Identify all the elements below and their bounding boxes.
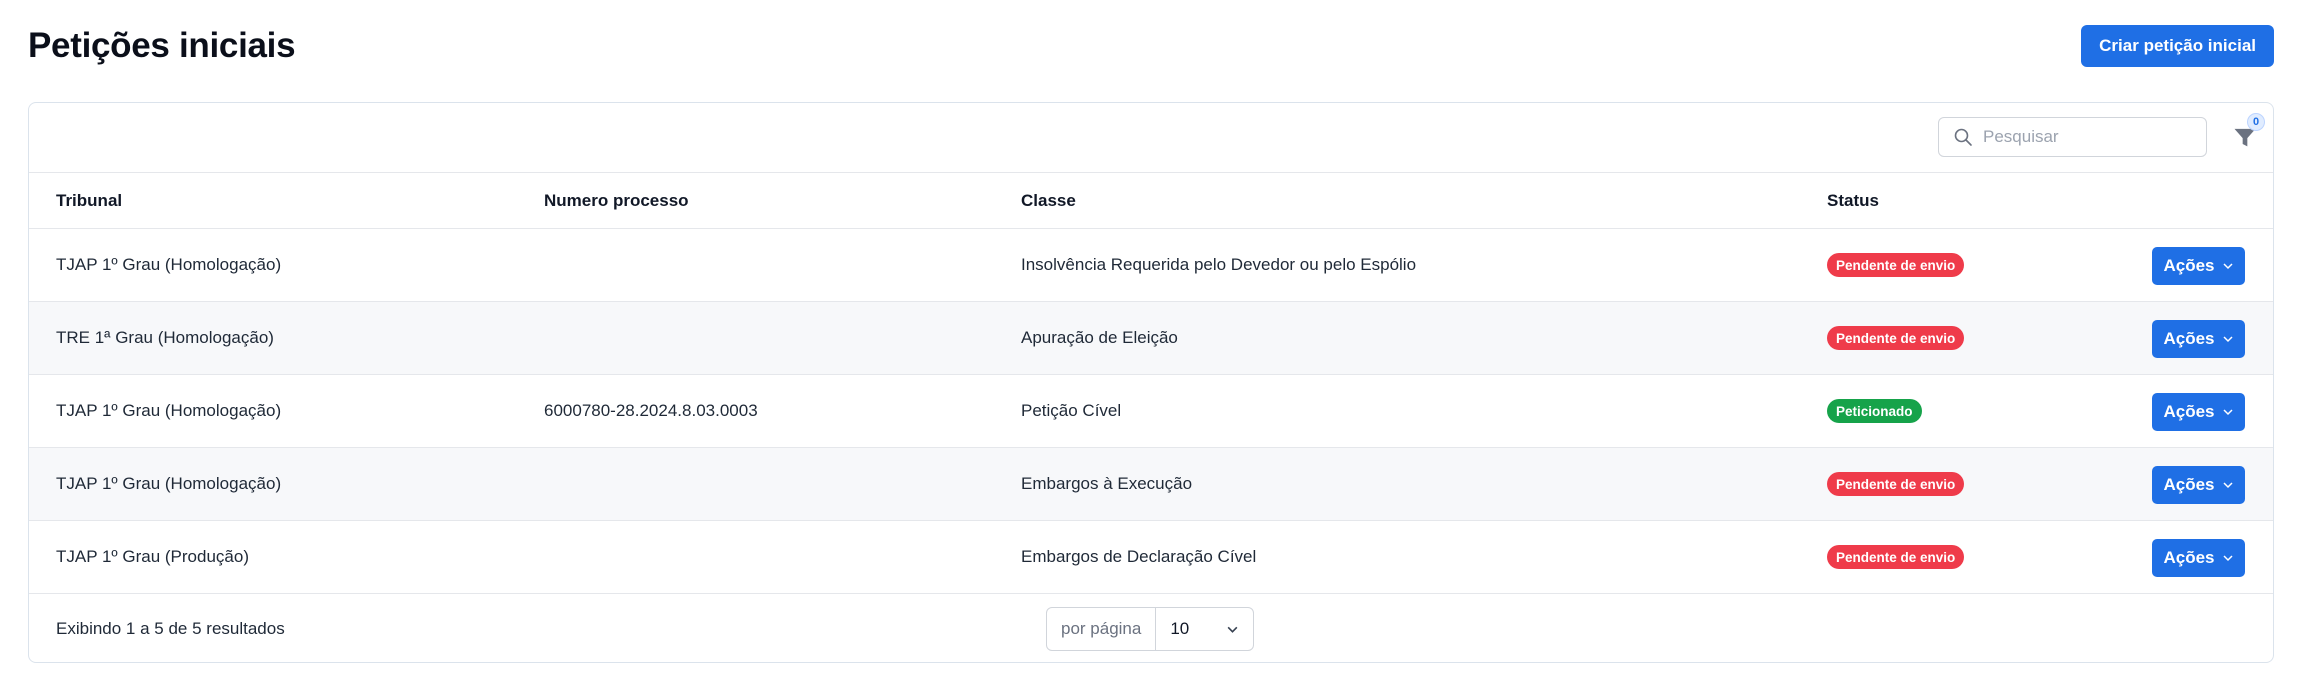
table-row: TJAP 1º Grau (Homologação) Embargos à Ex… — [29, 448, 2273, 521]
status-badge: Pendente de envio — [1827, 472, 1965, 496]
status-badge: Pendente de envio — [1827, 545, 1965, 569]
table-row: TJAP 1º Grau (Homologação) Insolvência R… — [29, 229, 2273, 302]
search-input[interactable] — [1983, 127, 2183, 147]
chevron-down-icon — [1227, 626, 1238, 633]
search-icon — [1954, 128, 1972, 146]
cell-tribunal: TJAP 1º Grau (Homologação) — [56, 401, 282, 420]
petitions-table-card: 0 Tribunal Numero processo Classe Status… — [28, 102, 2274, 663]
actions-button[interactable]: Ações — [2152, 247, 2245, 285]
per-page-select[interactable]: 10 — [1156, 619, 1253, 639]
actions-label: Ações — [2163, 548, 2215, 567]
chevron-down-icon — [2222, 482, 2233, 489]
chevron-down-icon — [2222, 336, 2233, 343]
table-row: TRE 1ª Grau (Homologação) Apuração de El… — [29, 302, 2273, 375]
create-petition-button[interactable]: Criar petição inicial — [2081, 25, 2274, 67]
cell-tribunal: TJAP 1º Grau (Produção) — [56, 547, 249, 566]
actions-label: Ações — [2163, 256, 2215, 275]
search-box[interactable] — [1938, 117, 2207, 157]
page-title: Petições iniciais — [28, 26, 296, 65]
header-numero-processo[interactable]: Numero processo — [544, 173, 689, 228]
actions-label: Ações — [2163, 402, 2215, 421]
cell-tribunal: TJAP 1º Grau (Homologação) — [56, 255, 282, 274]
chevron-down-icon — [2222, 409, 2233, 416]
per-page-value: 10 — [1170, 619, 1190, 638]
per-page-selector[interactable]: por página 10 — [1046, 607, 1254, 651]
actions-label: Ações — [2163, 329, 2215, 348]
table-row: TJAP 1º Grau (Homologação) 6000780-28.20… — [29, 375, 2273, 448]
table-header: Tribunal Numero processo Classe Status — [29, 173, 2273, 229]
filter-count-badge: 0 — [2247, 113, 2265, 131]
cell-classe: Insolvência Requerida pelo Devedor ou pe… — [1021, 255, 1417, 274]
per-page-label: por página — [1047, 608, 1157, 650]
chevron-down-icon — [2222, 555, 2233, 562]
header-tribunal[interactable]: Tribunal — [56, 173, 122, 228]
cell-tribunal: TRE 1ª Grau (Homologação) — [56, 328, 274, 347]
actions-button[interactable]: Ações — [2152, 393, 2245, 431]
actions-button[interactable]: Ações — [2152, 466, 2245, 504]
table-footer: Exibindo 1 a 5 de 5 resultados por págin… — [29, 594, 2273, 662]
results-summary: Exibindo 1 a 5 de 5 resultados — [56, 619, 285, 638]
filter-button[interactable]: 0 — [2231, 113, 2265, 151]
chevron-down-icon — [2222, 263, 2233, 270]
cell-classe: Embargos de Declaração Cível — [1021, 547, 1257, 566]
status-badge: Pendente de envio — [1827, 253, 1965, 277]
cell-numero-processo: 6000780-28.2024.8.03.0003 — [544, 401, 758, 420]
table-row: TJAP 1º Grau (Produção) Embargos de Decl… — [29, 521, 2273, 594]
status-badge: Pendente de envio — [1827, 326, 1965, 350]
actions-button[interactable]: Ações — [2152, 539, 2245, 577]
table-toolbar: 0 — [29, 103, 2273, 173]
actions-button[interactable]: Ações — [2152, 320, 2245, 358]
cell-classe: Apuração de Eleição — [1021, 328, 1178, 347]
cell-classe: Embargos à Execução — [1021, 474, 1193, 493]
header-classe[interactable]: Classe — [1021, 173, 1076, 228]
actions-label: Ações — [2163, 475, 2215, 494]
header-status[interactable]: Status — [1827, 173, 1879, 228]
status-badge: Peticionado — [1827, 399, 1922, 423]
cell-tribunal: TJAP 1º Grau (Homologação) — [56, 474, 282, 493]
cell-classe: Petição Cível — [1021, 401, 1122, 420]
